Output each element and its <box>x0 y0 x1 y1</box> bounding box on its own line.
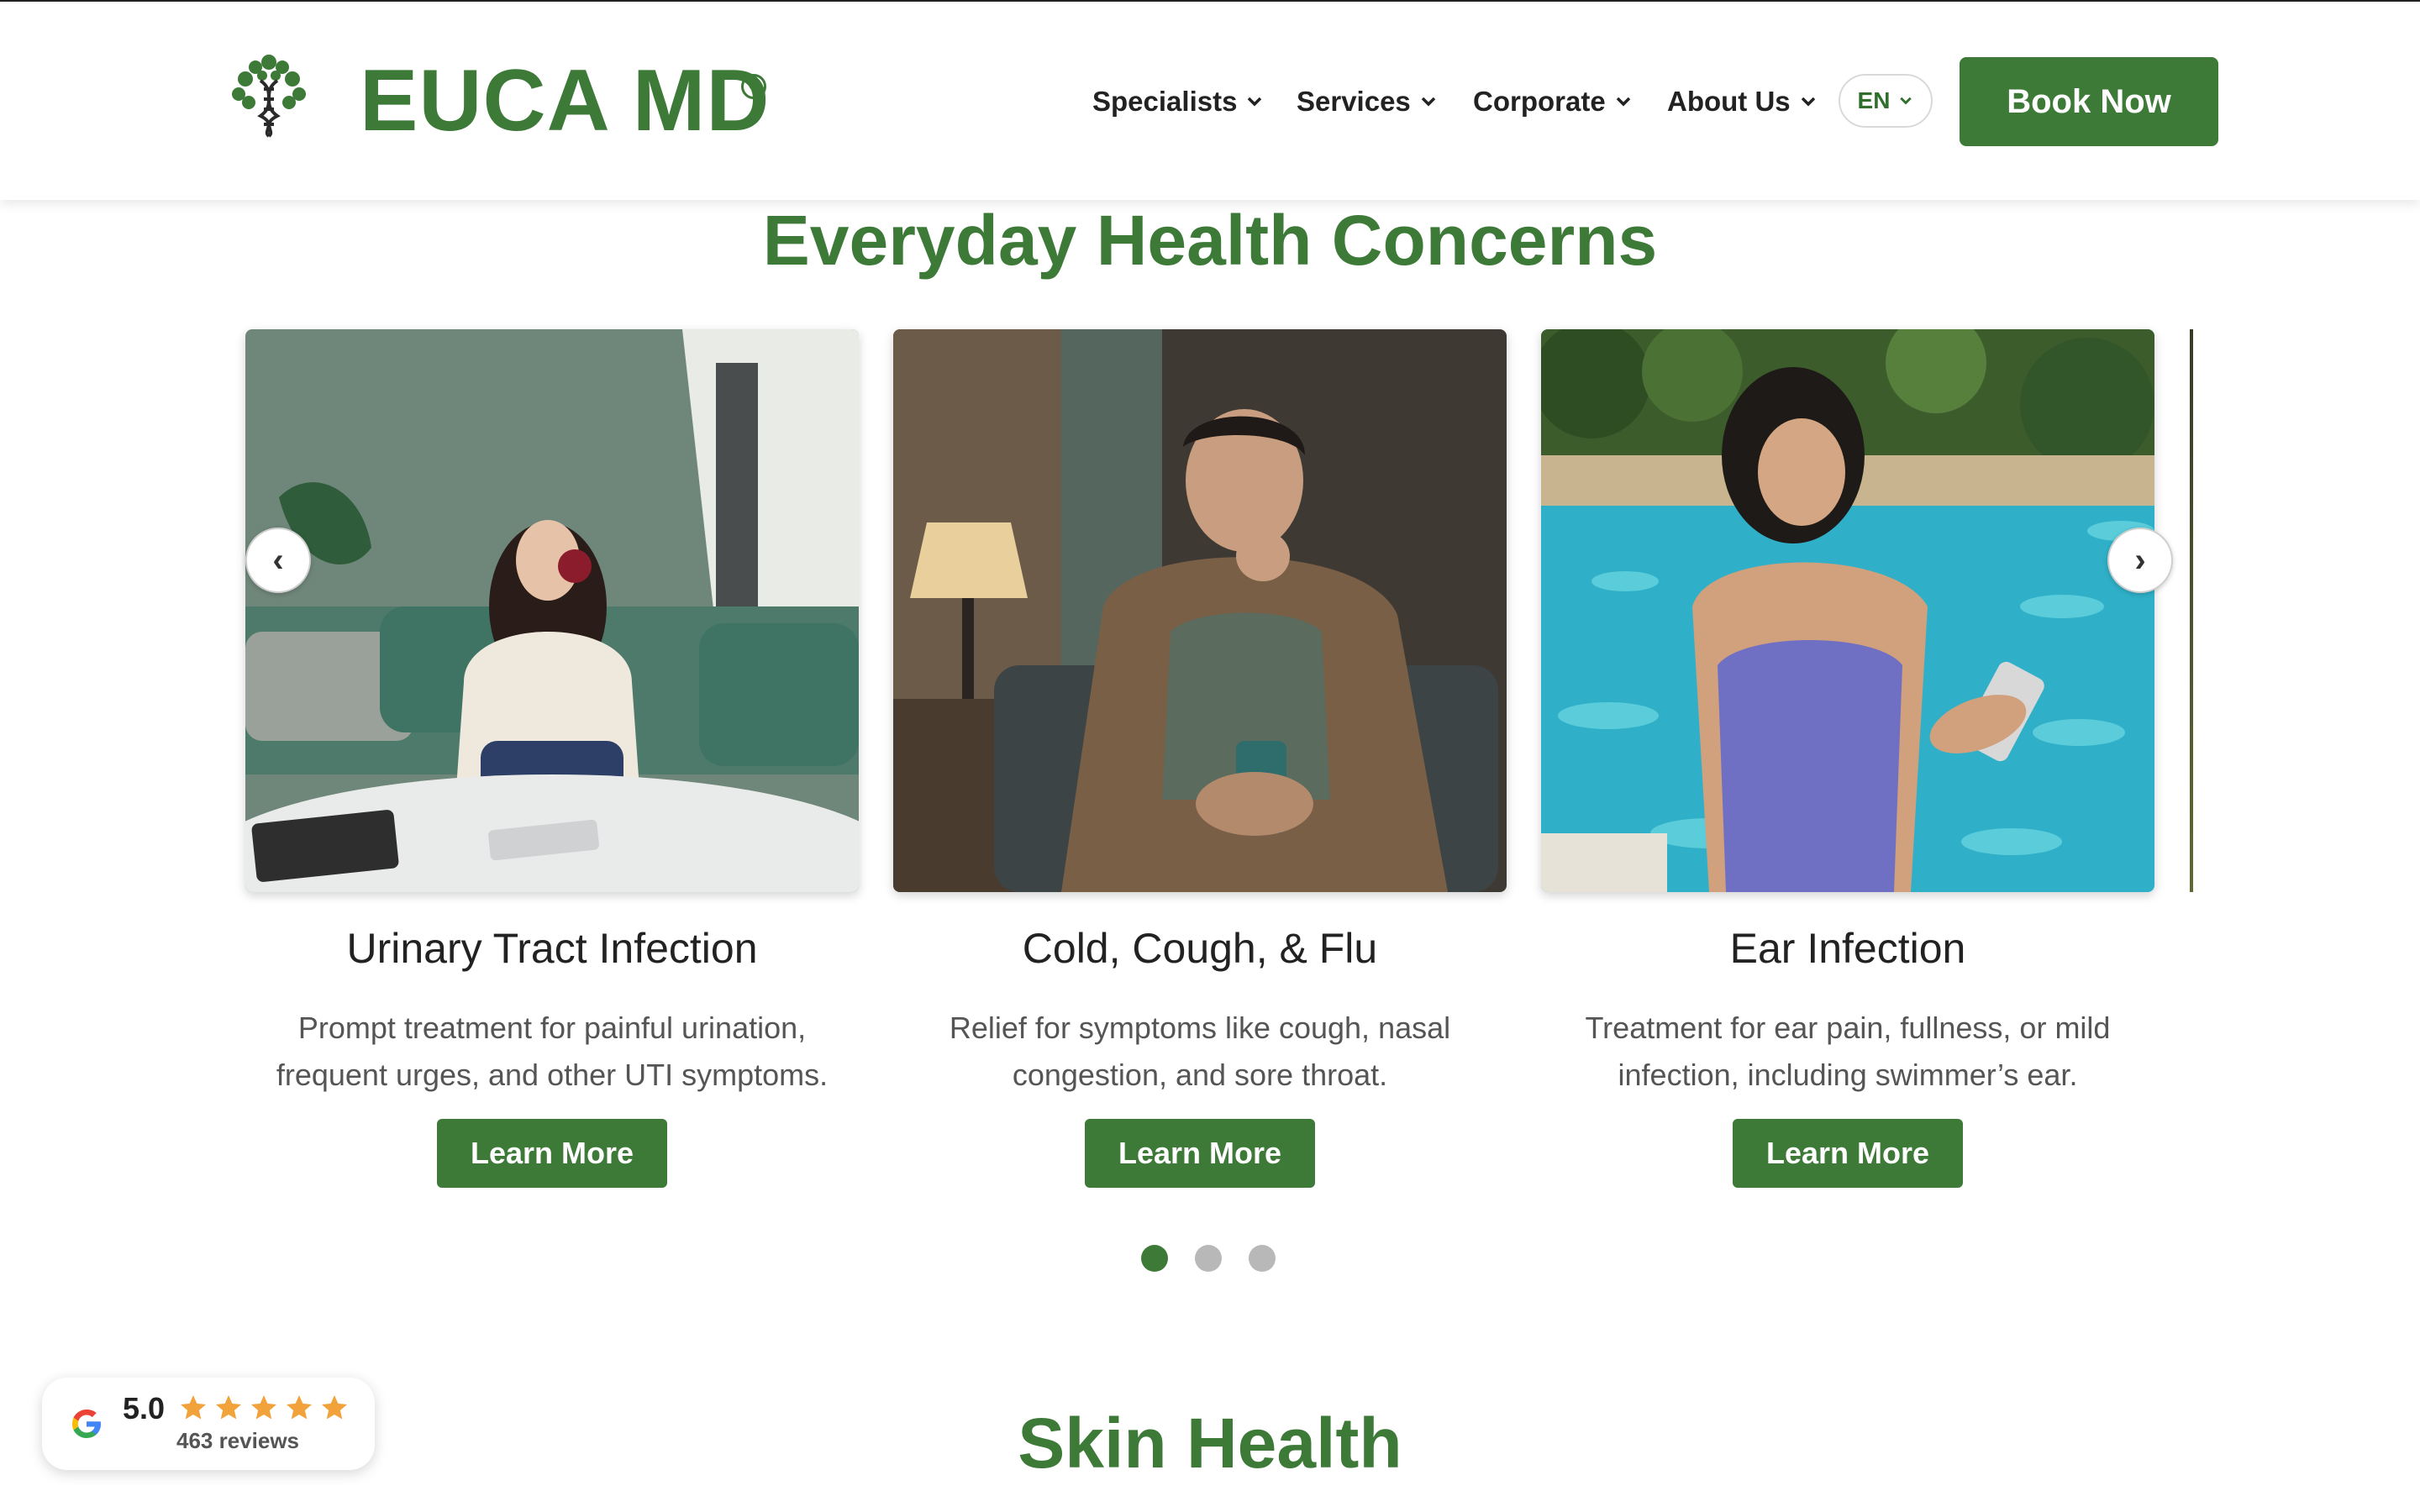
pagination-dot-2[interactable] <box>1195 1245 1222 1272</box>
card-title: Urinary Tract Infection <box>346 925 758 972</box>
card-image-uti[interactable] <box>245 329 859 892</box>
arrow-right-icon: › <box>2134 541 2146 579</box>
book-now-button[interactable]: Book Now <box>1960 57 2218 146</box>
rating-value: 5.0 <box>123 1391 166 1425</box>
nav-label: Specialists <box>1092 86 1238 117</box>
brand-name[interactable]: EUCA MD <box>360 50 770 151</box>
chevron-down-icon <box>1248 97 1262 107</box>
review-count: 463 reviews <box>176 1428 300 1453</box>
language-label: EN <box>1857 87 1891 113</box>
google-review-badge[interactable]: 5.0 463 reviews <box>42 1378 375 1470</box>
site-header: EUCA MD ® Specialists Services Corporate… <box>0 2 2420 200</box>
star-icon <box>181 1395 206 1420</box>
nav-corporate[interactable]: Corporate <box>1473 81 1633 123</box>
star-icon <box>287 1395 312 1420</box>
nav-services[interactable]: Services <box>1297 81 1438 123</box>
carousel-next-button[interactable]: › <box>2107 528 2173 593</box>
nav-label: Services <box>1297 86 1411 117</box>
pagination-dot-3[interactable] <box>1249 1245 1276 1272</box>
chevron-down-icon <box>1421 97 1436 107</box>
card-description-line: Relief for symptoms like cough, nasal <box>949 1011 1451 1045</box>
language-selector[interactable]: EN <box>1839 74 1933 128</box>
card-image-ear-infection[interactable] <box>1541 329 2154 892</box>
next-card-peek <box>2190 329 2193 892</box>
learn-more-button[interactable]: Learn More <box>1733 1119 1963 1188</box>
carousel-pagination <box>1141 1245 1276 1272</box>
card-title: Ear Infection <box>1729 925 1966 972</box>
card-description-line: Treatment for ear pain, fullness, or mil… <box>1585 1011 2111 1045</box>
learn-more-button[interactable]: Learn More <box>437 1119 667 1188</box>
nav-label: About Us <box>1667 86 1791 117</box>
nav-label: Corporate <box>1473 86 1606 117</box>
nav-specialists[interactable]: Specialists <box>1092 81 1264 123</box>
card-description-line: infection, including swimmer’s ear. <box>1618 1058 2078 1092</box>
card-description-line: congestion, and sore throat. <box>1012 1058 1388 1092</box>
chevron-down-icon <box>1801 97 1815 107</box>
star-icon <box>251 1395 276 1420</box>
pagination-dot-1[interactable] <box>1141 1245 1168 1272</box>
star-rating <box>178 1393 350 1423</box>
section-title-everyday: Everyday Health Concerns <box>762 201 1658 280</box>
star-icon <box>216 1395 241 1420</box>
learn-more-button[interactable]: Learn More <box>1085 1119 1315 1188</box>
card-title: Cold, Cough, & Flu <box>1022 925 1378 972</box>
card-description: Relief for symptoms like cough, nasal co… <box>893 1005 1507 1099</box>
chevron-down-icon <box>1900 97 1912 105</box>
card-image-cold-flu[interactable] <box>893 329 1507 892</box>
google-icon <box>72 1410 101 1438</box>
chevron-down-icon <box>1616 97 1630 107</box>
card-description: Treatment for ear pain, fullness, or mil… <box>1541 1005 2154 1099</box>
card-description-line: Prompt treatment for painful urination, <box>297 1011 807 1045</box>
nav-about-us[interactable]: About Us <box>1667 81 1818 123</box>
card-description-line: frequent urges, and other UTI symptoms. <box>276 1058 829 1092</box>
arrow-left-icon: ‹ <box>272 541 284 579</box>
card-description: Prompt treatment for painful urination, … <box>245 1005 859 1099</box>
registered-mark: ® <box>741 74 766 99</box>
dna-tree-logo-icon[interactable] <box>225 50 313 138</box>
star-icon <box>322 1395 347 1420</box>
carousel-prev-button[interactable]: ‹ <box>245 528 311 593</box>
